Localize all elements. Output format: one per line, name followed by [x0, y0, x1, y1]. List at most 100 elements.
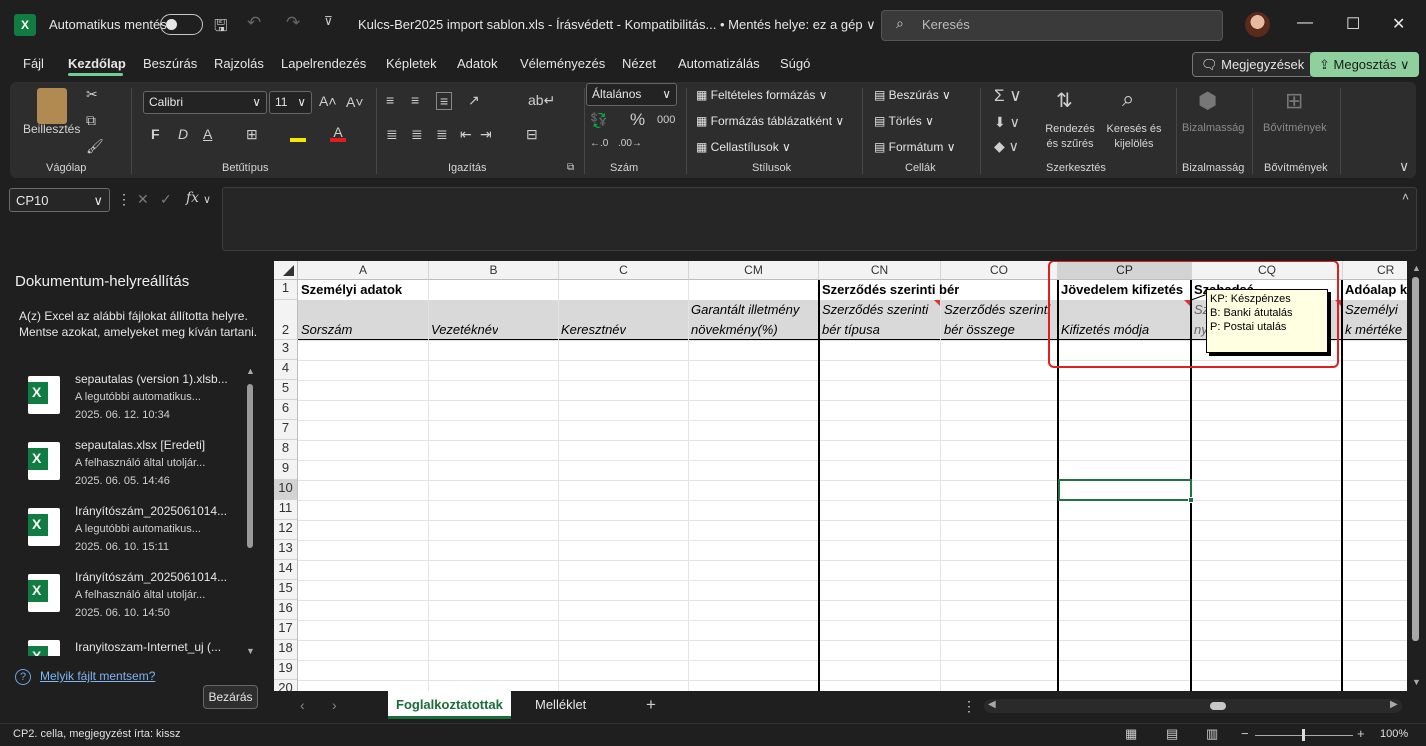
tab-options-icon[interactable]: ⋮: [962, 698, 976, 715]
row-header[interactable]: 2: [274, 300, 298, 340]
insert-function-button[interactable]: fx: [186, 190, 199, 206]
document-title[interactable]: Kulcs-Ber2025 import sablon.xls - Írásvé…: [358, 17, 876, 33]
row-header[interactable]: 1: [274, 280, 298, 300]
align-center-icon[interactable]: ≣: [411, 126, 423, 143]
sort-filter-button[interactable]: Rendezés és szűrés: [1040, 122, 1100, 152]
cell-CM2[interactable]: Garantált illetmény növekmény(%): [691, 300, 817, 340]
format-painter-icon[interactable]: 🖌: [86, 138, 104, 155]
scroll-thumb[interactable]: [1210, 702, 1226, 710]
menu-review[interactable]: Véleményezés: [520, 56, 605, 71]
italic-button[interactable]: D: [178, 126, 188, 142]
increase-font-icon[interactable]: A˄: [319, 93, 337, 109]
increase-indent-icon[interactable]: ⇥: [480, 126, 492, 143]
minimize-button[interactable]: —: [1297, 14, 1313, 32]
add-sheet-button[interactable]: +: [646, 695, 656, 715]
font-color-icon[interactable]: A: [330, 125, 346, 142]
maximize-button[interactable]: ☐: [1346, 14, 1360, 34]
sort-filter-icon[interactable]: ⇅: [1056, 88, 1073, 113]
find-select-button[interactable]: Keresés és kijelölés: [1102, 122, 1166, 152]
cell-CN1[interactable]: Szerződés szerinti bér: [822, 282, 959, 297]
alignment-launcher-icon[interactable]: ⧉: [567, 162, 574, 173]
cell-A2[interactable]: Sorszám: [301, 320, 352, 340]
paste-icon[interactable]: [37, 88, 67, 124]
ribbon-collapse-icon[interactable]: ∨: [1399, 158, 1409, 175]
sheet-tab-melleklet[interactable]: Melléklet: [527, 691, 594, 719]
align-middle-icon[interactable]: ≡: [411, 92, 419, 108]
scroll-up-icon[interactable]: ▲: [1412, 263, 1421, 273]
pane-scrollbar[interactable]: ▲ ▼: [246, 366, 255, 656]
align-top-icon[interactable]: ≡: [386, 92, 394, 108]
zoom-slider-thumb[interactable]: [1302, 729, 1305, 741]
row-header[interactable]: 12: [274, 520, 298, 540]
sheet-tab-foglalkoztatottak[interactable]: Foglalkoztatottak: [388, 691, 511, 719]
clear-icon[interactable]: ◆ ∨: [994, 138, 1019, 155]
save-icon[interactable]: 🖫: [214, 15, 228, 42]
decrease-font-icon[interactable]: A˅: [346, 94, 364, 110]
zoom-in-button[interactable]: +: [1357, 726, 1365, 741]
percent-button[interactable]: %: [630, 110, 645, 130]
row-header[interactable]: 15: [274, 580, 298, 600]
delete-cells-button[interactable]: ▤ Törlés ∨: [874, 114, 934, 128]
align-right-icon[interactable]: ≣: [436, 126, 448, 143]
page-layout-view-icon[interactable]: ▤: [1166, 726, 1178, 742]
normal-view-icon[interactable]: ▦: [1125, 726, 1137, 742]
format-cells-button[interactable]: ▤ Formátum ∨: [874, 140, 955, 154]
autosum-icon[interactable]: Σ ∨: [994, 86, 1022, 106]
row-header[interactable]: 18: [274, 640, 298, 660]
redo-icon[interactable]: ↷: [286, 13, 300, 33]
borders-icon[interactable]: ⊞: [246, 126, 258, 143]
number-format-select[interactable]: Általános ∨: [586, 83, 677, 106]
menu-view[interactable]: Nézet: [622, 56, 656, 71]
menu-help[interactable]: Súgó: [780, 56, 810, 71]
column-header[interactable]: CO: [941, 261, 1058, 280]
autosave-toggle[interactable]: [160, 14, 203, 35]
insert-cells-button[interactable]: ▤ Beszúrás ∨: [874, 88, 951, 102]
recovered-file-item[interactable]: X sepautalas.xlsx [Eredeti] A felhasznál…: [26, 438, 254, 502]
next-sheet-icon[interactable]: ›: [332, 697, 337, 713]
recovered-file-item[interactable]: X sepautalas (version 1).xlsb... A legut…: [26, 372, 254, 436]
name-box[interactable]: CP10 ∨: [9, 188, 110, 212]
scroll-down-icon[interactable]: ▼: [246, 646, 255, 656]
column-header[interactable]: CR: [1343, 261, 1407, 280]
decrease-decimal-icon[interactable]: .00→: [618, 138, 642, 149]
menu-automate[interactable]: Automatizálás: [678, 56, 760, 71]
row-header[interactable]: 3: [274, 340, 298, 360]
vertical-scrollbar[interactable]: ▲ ▼: [1407, 261, 1426, 691]
row-header[interactable]: 7: [274, 420, 298, 440]
more-options-icon[interactable]: ⋮: [117, 191, 131, 208]
row-header[interactable]: 6: [274, 400, 298, 420]
cell-CR2[interactable]: Személyi k mértéke: [1345, 300, 1407, 340]
horizontal-scrollbar[interactable]: ◀ ▶: [984, 699, 1402, 713]
row-header[interactable]: 13: [274, 540, 298, 560]
cell-CN2[interactable]: Szerződés szerinti bér típusa: [822, 300, 938, 340]
formula-collapse-icon[interactable]: ˄: [1402, 190, 1409, 204]
find-select-icon[interactable]: ⌕: [1122, 86, 1134, 112]
recovered-file-item[interactable]: X Iranyitoszam-Internet_uj (...: [26, 640, 254, 656]
row-header[interactable]: 10: [274, 480, 298, 500]
row-header[interactable]: 8: [274, 440, 298, 460]
wrap-text-icon[interactable]: ab↵: [528, 92, 555, 109]
fill-handle[interactable]: [1188, 497, 1194, 503]
zoom-out-button[interactable]: −: [1241, 726, 1249, 741]
format-as-table-button[interactable]: ▦ Formázás táblázatként ∨: [696, 114, 844, 128]
selected-cell-CP10[interactable]: [1058, 479, 1192, 501]
column-header[interactable]: A: [298, 261, 429, 280]
row-header[interactable]: 17: [274, 620, 298, 640]
cell-CR1[interactable]: Adóalap k: [1345, 282, 1407, 297]
conditional-formatting-button[interactable]: ▦ Feltételes formázás ∨: [696, 88, 828, 102]
which-file-link[interactable]: Melyik fájlt mentsem?: [40, 669, 155, 683]
menu-formulas[interactable]: Képletek: [386, 56, 437, 71]
row-header[interactable]: 14: [274, 560, 298, 580]
undo-icon[interactable]: ↶: [247, 13, 261, 33]
row-header[interactable]: 20: [274, 680, 298, 691]
row-header[interactable]: 5: [274, 380, 298, 400]
cell-C2[interactable]: Keresztnév: [561, 320, 626, 340]
formula-input[interactable]: [222, 187, 1417, 251]
column-header[interactable]: C: [559, 261, 689, 280]
scroll-down-icon[interactable]: ▼: [1412, 677, 1421, 687]
share-button[interactable]: ⇪ Megosztás ∨: [1310, 52, 1419, 77]
increase-decimal-icon[interactable]: ←.0: [590, 138, 608, 149]
addins-button[interactable]: Bővítmények: [1263, 122, 1327, 134]
column-header[interactable]: B: [429, 261, 559, 280]
scroll-thumb[interactable]: [1412, 277, 1419, 641]
